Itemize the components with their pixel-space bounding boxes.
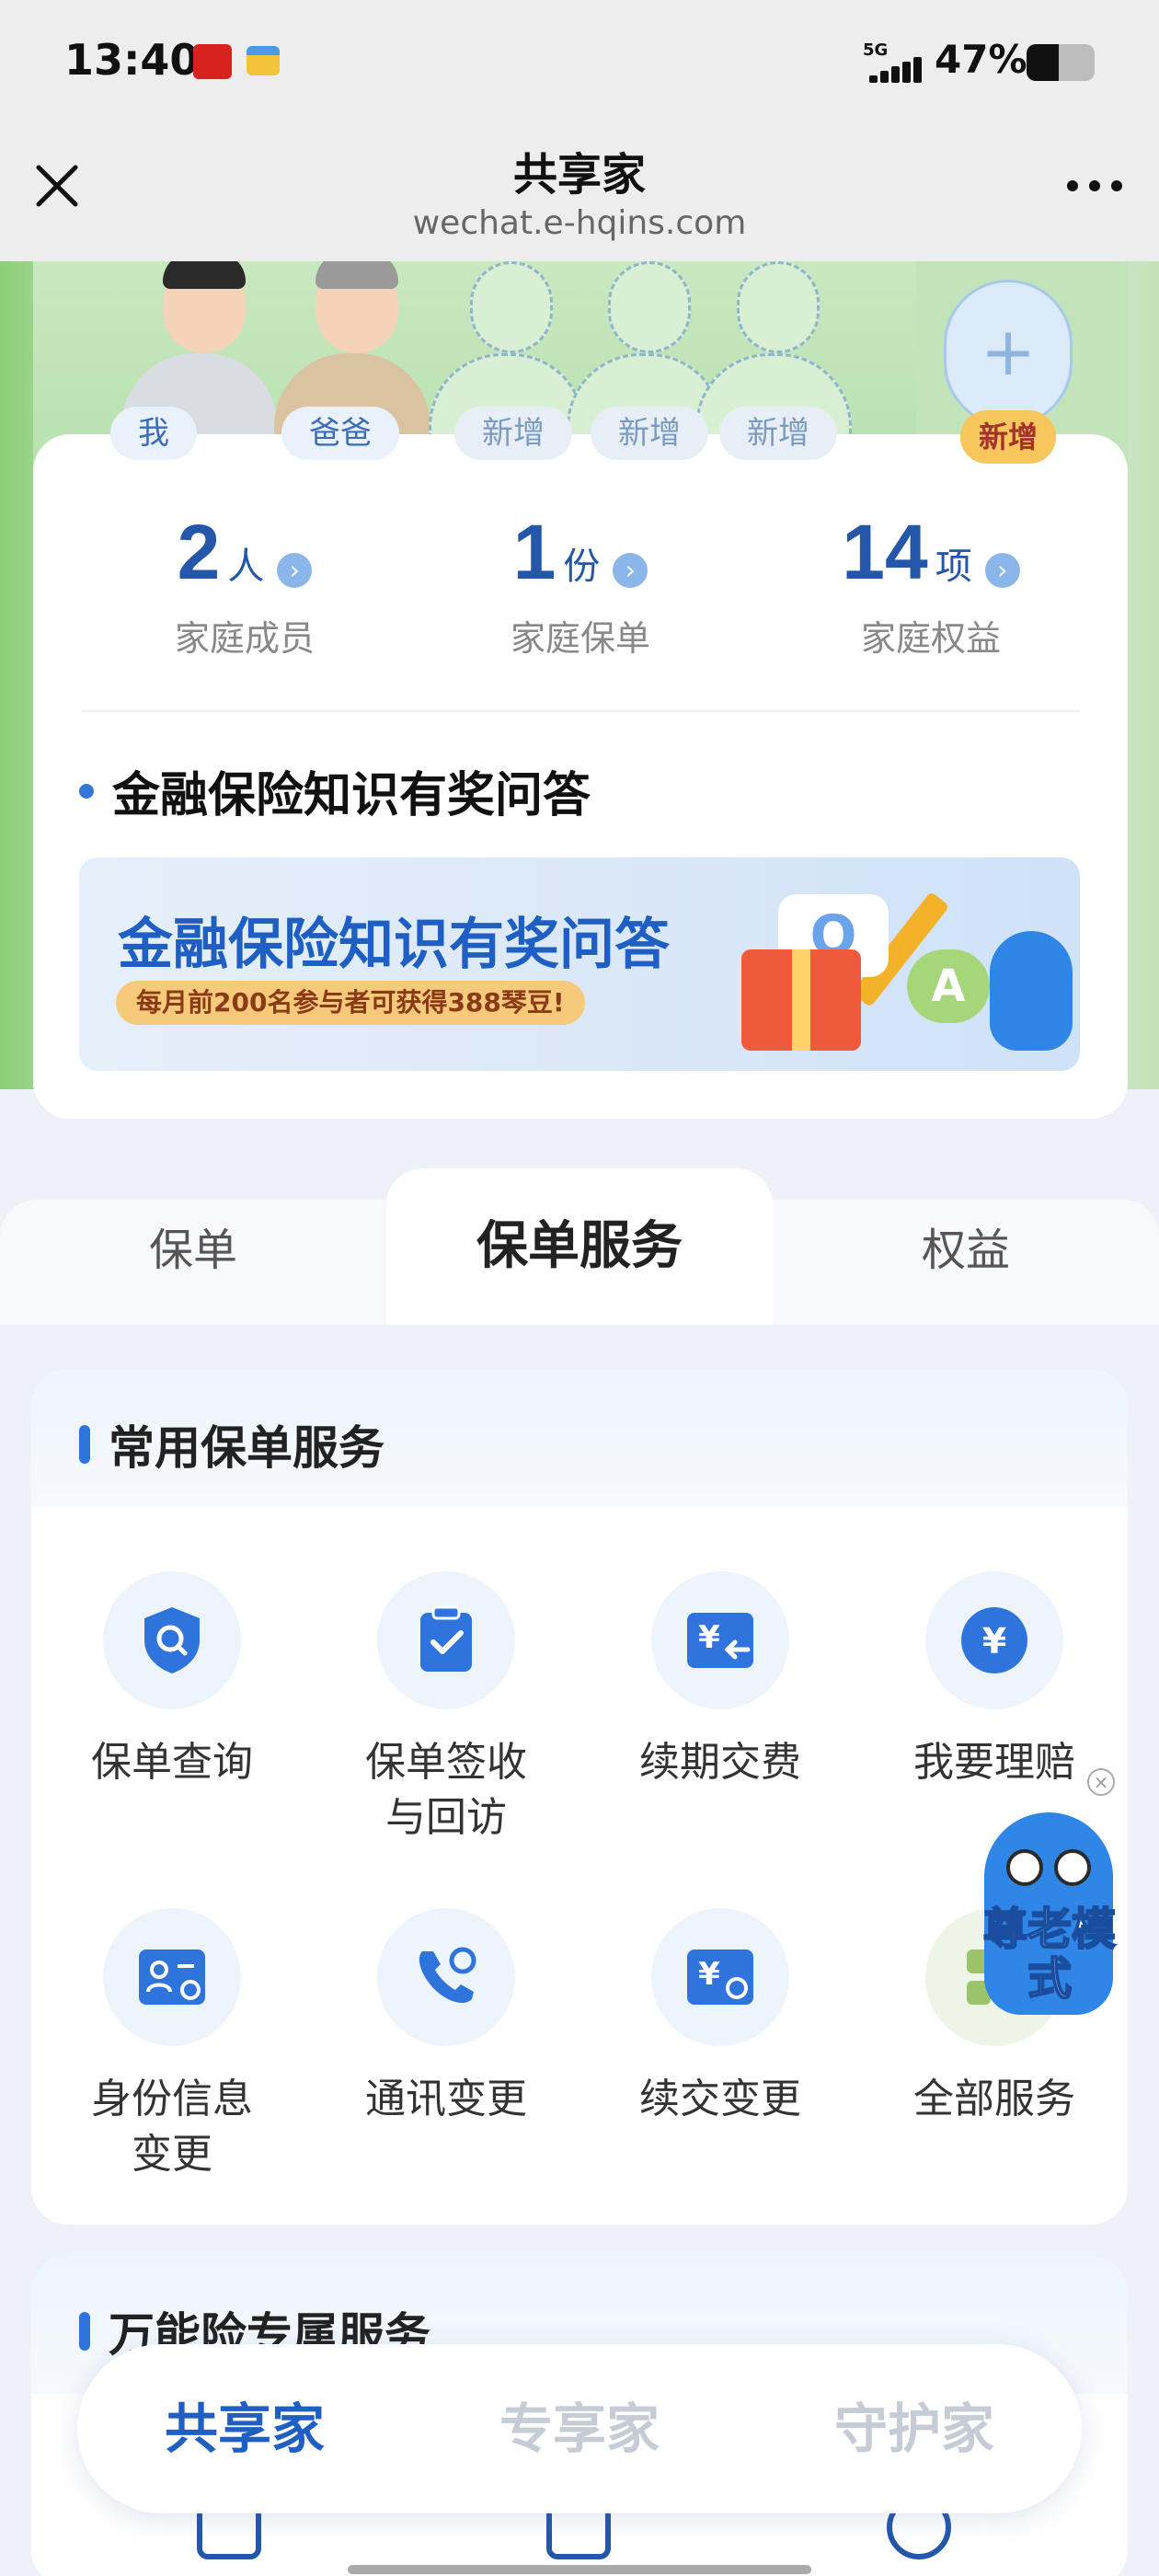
stat-family-benefits[interactable]: 14 项 › 家庭权益 — [765, 508, 1096, 661]
banner-title: 金融保险知识有奖问答 — [118, 913, 670, 977]
member-tag-dad[interactable]: 爸爸 — [281, 407, 399, 460]
svg-text:¥: ¥ — [982, 1621, 1006, 1662]
service-identity-change[interactable]: 身份信息 变更 — [39, 1908, 305, 2182]
tab-policy-services[interactable]: 保单服务 — [386, 1168, 773, 1276]
mascot-eye — [1054, 1849, 1091, 1886]
phone-refresh-icon — [419, 1947, 476, 2003]
nav-label: 共享家 — [164, 2398, 325, 2460]
stat-number: 14 — [842, 509, 928, 595]
family-summary-card: 2 人 › 家庭成员 1 份 › 家庭保单 14 项 › 家庭权益 金融保险知识… — [33, 434, 1128, 1119]
svg-text:¥: ¥ — [698, 1619, 720, 1656]
stat-unit: 份 — [563, 546, 601, 588]
stat-unit: 项 — [935, 546, 972, 588]
service-sign-and-revisit[interactable]: 保单签收 与回访 — [313, 1571, 580, 1846]
common-policy-services-card: 常用保单服务 保单查询 保单签收 与回访 ¥ 续期交费 ¥ 我要理赔 身份信息 … — [31, 1369, 1128, 2225]
mascot-illustration — [990, 931, 1073, 1051]
service-label: 续期交费 — [639, 1739, 801, 1786]
member-tag-new[interactable]: 新增 — [454, 407, 572, 460]
battery-icon — [1027, 44, 1095, 81]
more-options-icon[interactable] — [1058, 167, 1131, 204]
bottom-navigation: 共享家 专享家 守护家 — [77, 2344, 1082, 2513]
plus-icon: + — [944, 280, 1073, 427]
member-tag-new[interactable]: 新增 — [591, 407, 708, 460]
nav-label: 守护家 — [833, 2398, 994, 2460]
stat-number: 2 — [177, 509, 221, 595]
member-tag-me[interactable]: 我 — [110, 407, 197, 460]
page-domain: wechat.e-hqins.com — [412, 204, 747, 242]
service-label: 保单查询 — [91, 1739, 253, 1786]
notification-app-icon — [193, 44, 232, 79]
banner-subtitle: 每月前200名参与者可获得388琴豆! — [116, 981, 585, 1025]
add-member-button[interactable]: 新增 — [960, 410, 1057, 464]
answer-bubble-icon: A — [907, 949, 990, 1023]
home-indicator[interactable] — [348, 2565, 811, 2574]
signal-icon — [869, 57, 922, 83]
stat-label: 家庭权益 — [860, 618, 1001, 659]
nav-shared-home[interactable]: 共享家 — [77, 2344, 412, 2513]
stat-unit: 人 — [227, 546, 265, 588]
elder-mode-button[interactable]: × 尊老模式 — [975, 1768, 1122, 2033]
stat-label: 家庭成员 — [174, 618, 315, 659]
mascot-eye — [1006, 1849, 1043, 1886]
yuan-card-icon: ¥ — [687, 1613, 753, 1668]
page-title: 共享家 — [512, 149, 646, 201]
stat-number: 1 — [512, 509, 557, 595]
tab-policies[interactable]: 保单 — [0, 1200, 386, 1301]
card-title-text: 常用保单服务 — [109, 1421, 384, 1475]
clock: 13:40 — [64, 35, 200, 85]
service-label: 身份信息 变更 — [91, 2076, 253, 2178]
quiz-section-title: 金融保险知识有奖问答 — [79, 756, 591, 825]
card-title: 常用保单服务 — [79, 1411, 384, 1478]
service-label: 续交变更 — [639, 2076, 801, 2122]
bullet-dot — [79, 783, 94, 799]
stat-family-members[interactable]: 2 人 › 家庭成员 — [79, 508, 410, 661]
chevron-right-icon: › — [984, 553, 1020, 588]
id-card-refresh-icon — [139, 1949, 205, 2005]
elder-mode-label: 尊老模式 — [982, 1903, 1117, 2005]
svg-text:¥: ¥ — [698, 1956, 720, 1993]
notification-wallet-icon — [247, 46, 280, 75]
close-icon[interactable]: × — [1087, 1768, 1115, 1796]
service-contact-change[interactable]: 通讯变更 — [313, 1908, 580, 2127]
service-claim[interactable]: ¥ 我要理赔 — [861, 1571, 1128, 1790]
chevron-right-icon: › — [277, 553, 313, 588]
yuan-refresh-icon: ¥ — [687, 1949, 753, 2005]
yuan-circle-icon: ¥ — [961, 1607, 1027, 1673]
tab-benefits[interactable]: 权益 — [773, 1200, 1159, 1301]
service-label: 通讯变更 — [365, 2076, 527, 2122]
nav-guardian-home[interactable]: 守护家 — [747, 2344, 1082, 2513]
top-nav-bar: 共享家 wechat.e-hqins.com — [0, 129, 1159, 261]
divider — [81, 710, 1080, 712]
battery-percent: 47% — [935, 37, 1027, 82]
status-bar: 13:40 5G 47% — [0, 0, 1159, 129]
gift-box-illustration — [741, 949, 861, 1051]
title-accent-bar — [79, 1425, 90, 1464]
nav-label: 专享家 — [499, 2398, 660, 2460]
service-renewal-change[interactable]: ¥ 续交变更 — [587, 1908, 854, 2127]
chevron-right-icon: › — [613, 553, 648, 588]
quiz-section-title-text: 金融保险知识有奖问答 — [112, 768, 591, 823]
service-label: 保单签收 与回访 — [365, 1739, 527, 1841]
service-policy-query[interactable]: 保单查询 — [39, 1571, 305, 1790]
section-tabs: 保单 保单服务 权益 — [0, 1168, 1159, 1325]
service-label: 全部服务 — [913, 2076, 1075, 2122]
member-tag-new[interactable]: 新增 — [719, 407, 837, 460]
nav-exclusive-home[interactable]: 专享家 — [412, 2344, 747, 2513]
service-renewal-payment[interactable]: ¥ 续期交费 — [587, 1571, 854, 1790]
stat-family-policies[interactable]: 1 份 › 家庭保单 — [415, 508, 746, 661]
shield-search-icon — [144, 1607, 200, 1673]
clipboard-check-icon — [420, 1605, 472, 1672]
stat-label: 家庭保单 — [510, 618, 650, 659]
quiz-banner[interactable]: 金融保险知识有奖问答 每月前200名参与者可获得388琴豆! Q A — [79, 857, 1080, 1071]
